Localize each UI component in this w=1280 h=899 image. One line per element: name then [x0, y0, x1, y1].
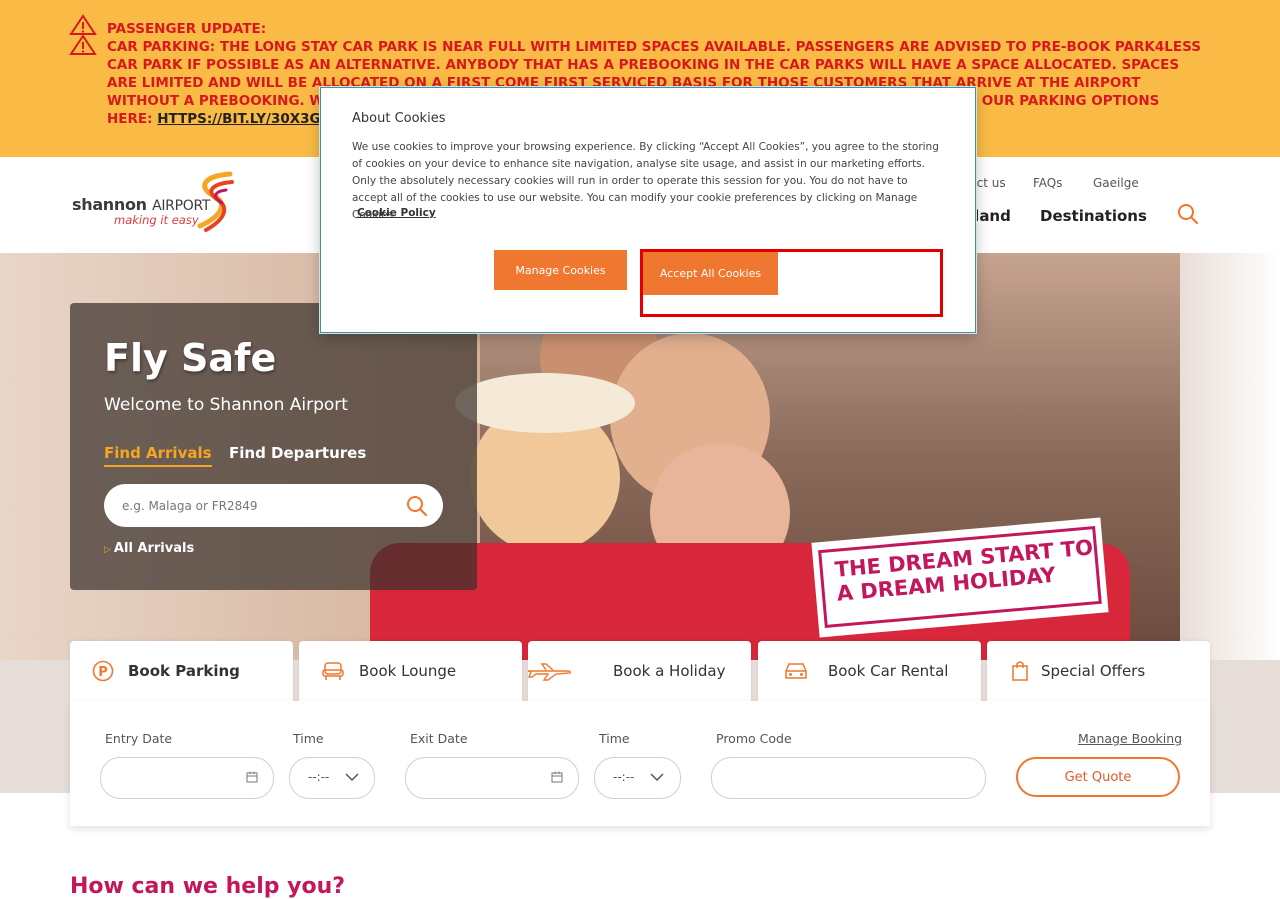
exit-time-value: --:-- [613, 770, 635, 784]
svg-text:P: P [98, 665, 108, 680]
chevron-down-icon [650, 773, 664, 782]
tab-label: Book Parking [128, 662, 240, 680]
exit-date-field[interactable] [405, 757, 579, 799]
top-link-faqs[interactable]: FAQs [1033, 176, 1063, 190]
tab-book-holiday[interactable]: Book a Holiday [527, 641, 751, 701]
car-icon [785, 663, 807, 679]
manage-cookies-button[interactable]: Manage Cookies [494, 250, 627, 290]
hero-subtitle: Welcome to Shannon Airport [104, 395, 348, 415]
logo-name: shannon [72, 195, 147, 214]
get-quote-button[interactable]: Get Quote [1016, 757, 1180, 797]
flight-search-icon[interactable] [406, 495, 428, 517]
accept-all-cookies-button[interactable]: Accept All Cookies [643, 252, 778, 295]
tab-label: Book Car Rental [828, 662, 949, 680]
tab-find-departures[interactable]: Find Departures [229, 444, 366, 462]
exit-time-label: Time [599, 731, 630, 746]
tab-book-car-rental[interactable]: Book Car Rental [758, 641, 981, 701]
chevron-right-icon: ▷ [104, 545, 111, 555]
sticker-text: THE DREAM START TO A DREAM HOLIDAY [834, 535, 1096, 605]
flight-search-box [104, 484, 443, 527]
top-link-gaeilge[interactable]: Gaeilge [1093, 176, 1139, 190]
cookie-description: We use cookies to improve your browsing … [352, 141, 939, 221]
parking-icon: P [92, 660, 114, 682]
entry-date-label: Entry Date [105, 731, 173, 746]
lounge-chair-icon [322, 662, 344, 680]
promo-code-label: Promo Code [716, 731, 792, 746]
exit-time-select[interactable]: --:-- [594, 757, 681, 799]
entry-date-field[interactable] [100, 757, 274, 799]
manage-booking-link[interactable]: Manage Booking [1078, 731, 1182, 746]
logo-tagline: making it easy [114, 213, 199, 227]
calendar-icon [551, 771, 563, 783]
alert-link[interactable]: HTTPS://BIT.LY/30X3GWP [157, 111, 345, 127]
exit-date-label: Exit Date [410, 731, 468, 746]
logo-swirl-icon [197, 171, 234, 232]
all-arrivals-label: All Arrivals [113, 541, 195, 556]
shannon-airport-logo[interactable]: shannon AIRPORT making it easy [72, 170, 237, 232]
tab-label: Book Lounge [359, 662, 457, 680]
tab-find-arrivals[interactable]: Find Arrivals [104, 444, 212, 467]
logo-wordmark: shannon AIRPORT [72, 195, 210, 214]
shopping-bag-icon [1012, 661, 1028, 681]
tab-book-lounge[interactable]: Book Lounge [299, 641, 522, 701]
cookie-policy-link[interactable]: Cookie Policy [357, 207, 436, 219]
nav-destinations[interactable]: Destinations [1040, 207, 1147, 225]
flight-search-input[interactable] [120, 494, 394, 518]
entry-time-value: --:-- [308, 770, 330, 784]
entry-time-label: Time [293, 731, 324, 746]
chevron-down-icon [345, 773, 359, 782]
sticker-border: THE DREAM START TO A DREAM HOLIDAY [818, 526, 1102, 628]
tab-special-offers[interactable]: Special Offers [987, 641, 1210, 701]
tab-label: Special Offers [1041, 662, 1146, 680]
entry-time-select[interactable]: --:-- [289, 757, 375, 799]
warning-icon [69, 14, 97, 55]
tab-book-parking[interactable]: P Book Parking [70, 641, 293, 701]
all-arrivals-link[interactable]: ▷ All Arrivals [104, 541, 194, 556]
calendar-icon [246, 771, 258, 783]
hero-photo-hat [455, 373, 635, 433]
search-icon[interactable] [1177, 203, 1199, 225]
cookie-title: About Cookies [352, 111, 446, 126]
alert-heading: PASSENGER UPDATE: [107, 21, 267, 37]
tab-label: Book a Holiday [613, 662, 726, 680]
promo-code-input[interactable] [711, 757, 986, 799]
hero-title: Fly Safe [104, 336, 277, 380]
plane-icon [527, 663, 571, 681]
